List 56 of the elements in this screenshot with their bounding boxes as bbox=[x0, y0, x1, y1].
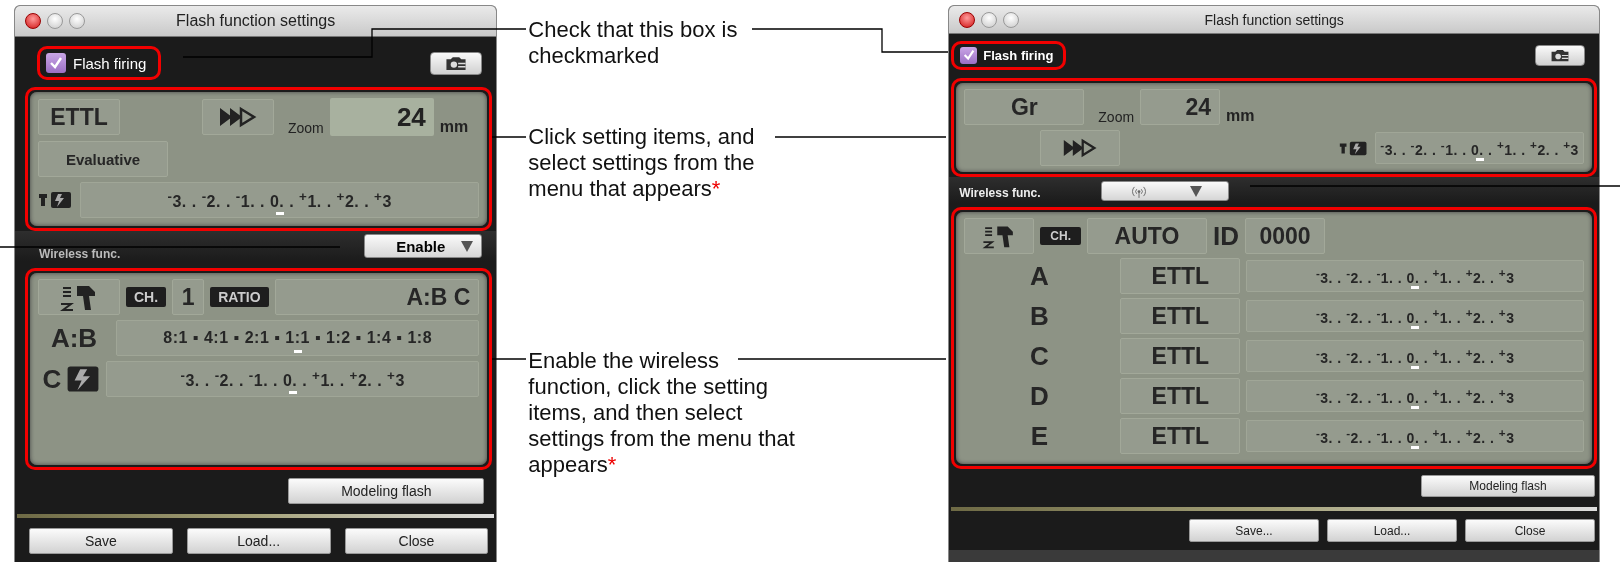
ratio-cell[interactable]: A:B C bbox=[274, 279, 480, 315]
modeling-flash-button[interactable]: Modeling flash bbox=[288, 478, 485, 504]
compensation-scale[interactable]: $^{-}$3. . $^{-}$2. . $^{-}$1. . 0. . $^{+}$1. . $^{+}$2. . $^{+}$3 bbox=[1246, 340, 1584, 372]
compensation-scale[interactable]: $^{-}$3. . $^{-}$2. . $^{-}$1. . 0. . $^{+}$1. . $^{+}$2. . $^{+}$3 bbox=[1246, 260, 1584, 292]
flash-mode-cell[interactable]: ETTL bbox=[1120, 338, 1241, 374]
dialog-button[interactable]: Save bbox=[29, 528, 173, 554]
group-label: A bbox=[1028, 260, 1050, 292]
group-label: A:B bbox=[49, 322, 99, 354]
group-label: C bbox=[1028, 340, 1050, 372]
unit-label: mm bbox=[439, 118, 469, 136]
flash-mode-cell[interactable]: ETTL bbox=[1120, 298, 1241, 334]
zoom-label: Zoom bbox=[288, 120, 324, 136]
compensation-scale[interactable]: $^{-}$3. . $^{-}$2. . $^{-}$1. . 0. . $^{+}$1. . $^{+}$2. . $^{+}$3 bbox=[1246, 420, 1584, 452]
flash-mode-cell[interactable]: ETTL bbox=[1120, 418, 1241, 454]
id-cell[interactable]: 0000 bbox=[1245, 218, 1325, 254]
dialog-button[interactable]: Load... bbox=[186, 528, 331, 554]
caption-text: Enable the wireless function, click the setting items, and then select settings from the menu that appears* bbox=[528, 348, 796, 478]
caption-text: Check that this box is checkmarked bbox=[528, 17, 739, 69]
flash-mode-cell[interactable]: ETTL bbox=[1120, 378, 1241, 414]
channel-cell[interactable]: 1 bbox=[172, 279, 205, 315]
channel-label: CH. bbox=[1040, 227, 1081, 245]
compensation-scale[interactable]: $^{-}$3. . $^{-}$2. . $^{-}$1. . 0. . $^{+}$1. . $^{+}$2. . $^{+}$3 bbox=[1375, 132, 1584, 164]
group-label: B bbox=[1028, 300, 1050, 332]
dialog-button[interactable]: Save... bbox=[1189, 519, 1319, 542]
window-title: Flash function settings bbox=[175, 12, 337, 30]
ratio-label: RATIO bbox=[210, 287, 269, 307]
wireless-label: Wireless func. bbox=[39, 247, 121, 261]
group-label: E bbox=[1029, 420, 1049, 452]
checkbox-label: Flash firing bbox=[983, 47, 1054, 63]
metering-cell[interactable]: Evaluative bbox=[38, 141, 168, 177]
flash-mode-cell[interactable]: ETTL bbox=[1120, 258, 1241, 294]
window-title: Flash function settings bbox=[1203, 11, 1345, 28]
group-label: C bbox=[41, 363, 63, 395]
channel-label: CH. bbox=[126, 287, 167, 307]
id-label: ID bbox=[1213, 220, 1239, 252]
modeling-flash-button[interactable]: Modeling flash bbox=[1421, 475, 1595, 497]
zoom-field[interactable]: 24 bbox=[1140, 89, 1221, 125]
caption-text: Click setting items, and select settings from the menu that appears* bbox=[528, 124, 756, 202]
dialog-button[interactable]: Close bbox=[344, 528, 489, 554]
flash-mode-cell[interactable]: Gr bbox=[964, 89, 1085, 125]
channel-cell[interactable]: AUTO bbox=[1087, 218, 1207, 254]
dialog-button[interactable]: Load... bbox=[1327, 519, 1457, 542]
zoom-label: Zoom bbox=[1098, 109, 1135, 125]
compensation-scale[interactable]: $^{-}$3. . $^{-}$2. . $^{-}$1. . 0. . $^{+}$1. . $^{+}$2. . $^{+}$3 bbox=[106, 361, 480, 397]
group-label: D bbox=[1028, 380, 1050, 412]
wireless-label: Wireless func. bbox=[959, 186, 1041, 202]
zoom-field[interactable]: 24 bbox=[329, 98, 434, 136]
flash-mode-cell[interactable]: ETTL bbox=[38, 99, 120, 135]
unit-label: mm bbox=[1226, 107, 1255, 125]
compensation-scale[interactable]: $^{-}$3. . $^{-}$2. . $^{-}$1. . 0. . $^{+}$1. . $^{+}$2. . $^{+}$3 bbox=[1246, 380, 1584, 412]
dialog-button[interactable]: Close bbox=[1465, 519, 1595, 542]
ratio-scale[interactable]: 8:1 ▪ 4:1 ▪ 2:1 ▪ 1:1 ▪ 1:2 ▪ 1:4 ▪ 1:8 bbox=[116, 320, 480, 356]
wireless-dropdown[interactable]: Enable bbox=[364, 234, 483, 258]
compensation-scale[interactable]: $^{-}$3. . $^{-}$2. . $^{-}$1. . 0. . $^{+}$1. . $^{+}$2. . $^{+}$3 bbox=[80, 182, 480, 218]
checkbox-label: Flash firing bbox=[73, 54, 147, 72]
compensation-scale[interactable]: $^{-}$3. . $^{-}$2. . $^{-}$1. . 0. . $^{+}$1. . $^{+}$2. . $^{+}$3 bbox=[1246, 300, 1584, 332]
